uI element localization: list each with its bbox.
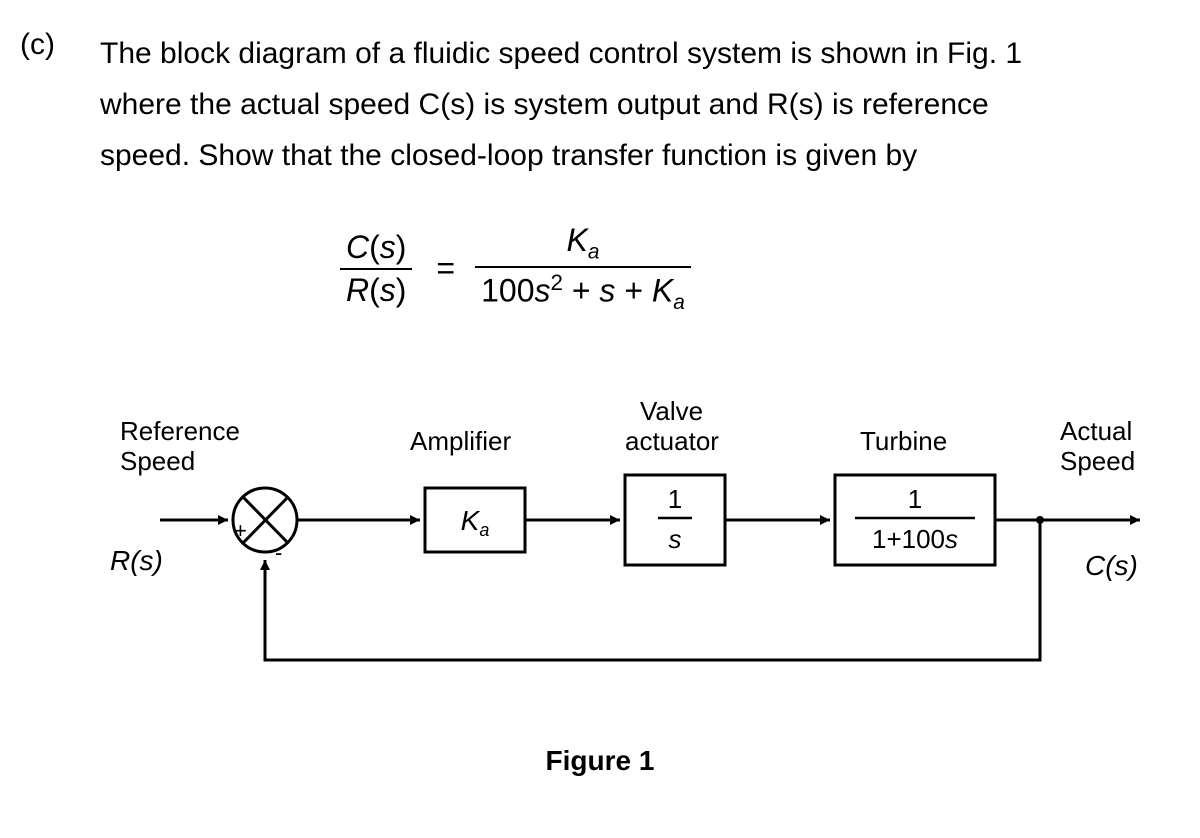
equation-lhs-numerator: C(s) bbox=[340, 227, 412, 268]
problem-line-3: speed. Show that the closed-loop transfe… bbox=[100, 130, 1160, 181]
valve-tf-num: 1 bbox=[668, 484, 682, 514]
problem-line-2: where the actual speed C(s) is system ou… bbox=[100, 79, 1160, 130]
reference-speed-label-2: Speed bbox=[120, 446, 195, 476]
valve-actuator-block: Valve actuator 1 s bbox=[625, 396, 725, 565]
equals-sign: = bbox=[436, 250, 455, 287]
summing-minus: - bbox=[275, 540, 282, 565]
problem-line-1: The block diagram of a fluidic speed con… bbox=[100, 28, 1160, 79]
part-label: (c) bbox=[20, 28, 55, 62]
turbine-tf-num: 1 bbox=[908, 484, 922, 514]
block-diagram: Reference Speed R(s) + - Amplifier Ka bbox=[100, 380, 1160, 740]
equation-rhs-denominator: 100s2 + s + Ka bbox=[475, 268, 691, 317]
equation-rhs-numerator: Ka bbox=[561, 220, 606, 266]
transfer-function-equation: C(s) R(s) = Ka 100s2 + s + Ka bbox=[340, 220, 691, 317]
valve-tf-den: s bbox=[669, 524, 682, 554]
actual-speed-label-2: Speed bbox=[1060, 446, 1135, 476]
turbine-tf-den: 1+100s bbox=[872, 524, 958, 554]
turbine-block: Turbine 1 1+100s bbox=[835, 426, 995, 565]
summing-plus: + bbox=[234, 518, 247, 543]
equation-lhs-denominator: R(s) bbox=[340, 270, 412, 311]
turbine-label: Turbine bbox=[860, 426, 947, 456]
problem-statement: The block diagram of a fluidic speed con… bbox=[100, 28, 1160, 181]
summing-junction: + - bbox=[233, 488, 297, 565]
valve-label-bot: actuator bbox=[625, 426, 719, 456]
output-signal-label: C(s) bbox=[1085, 550, 1138, 581]
valve-label-top: Valve bbox=[640, 396, 703, 426]
reference-speed-label-1: Reference bbox=[120, 416, 240, 446]
input-signal-label: R(s) bbox=[110, 545, 163, 576]
equation-rhs-fraction: Ka 100s2 + s + Ka bbox=[475, 220, 691, 317]
actual-speed-label-1: Actual bbox=[1060, 416, 1132, 446]
equation-lhs-fraction: C(s) R(s) bbox=[340, 227, 412, 311]
amplifier-block: Amplifier Ka bbox=[410, 426, 525, 552]
amplifier-label: Amplifier bbox=[410, 426, 511, 456]
figure-caption: Figure 1 bbox=[0, 745, 1200, 777]
